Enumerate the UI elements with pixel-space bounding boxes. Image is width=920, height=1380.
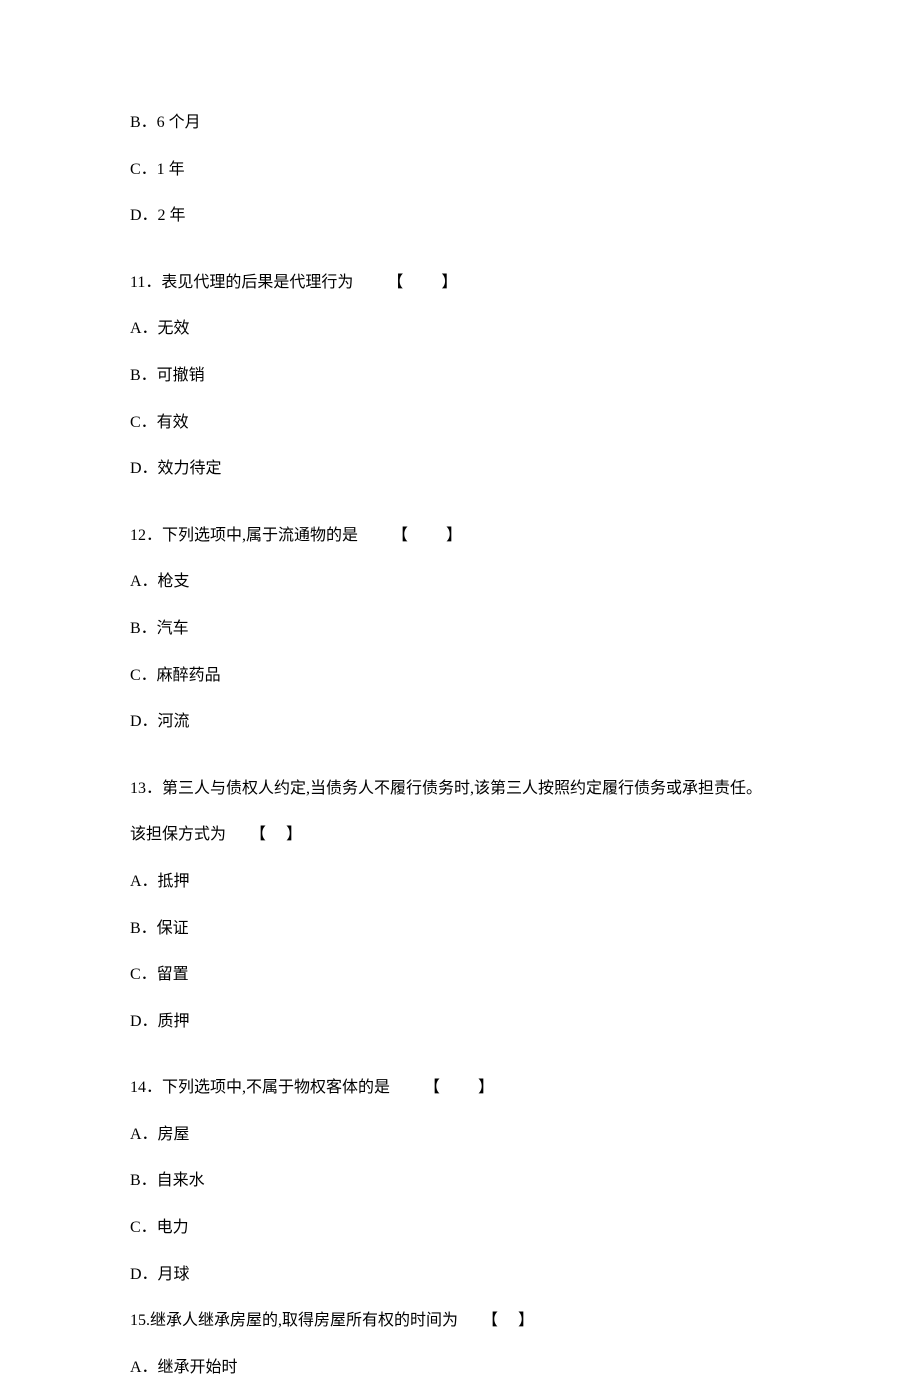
q15-stem-line: 15.继承人继承房屋的,取得房屋所有权的时间为 【 】 [130,1308,790,1334]
q15-bracket: 【 】 [482,1312,536,1329]
q13-bracket: 【 】 [250,826,304,843]
q15-stem: 15.继承人继承房屋的,取得房屋所有权的时间为 [130,1312,458,1329]
q12-bracket: 【 】 [392,527,464,544]
q12-option-c: C．麻醉药品 [130,663,790,689]
q12-option-b: B．汽车 [130,616,790,642]
q13-option-d: D．质押 [130,1009,790,1035]
q10-option-c: C．1 年 [130,157,790,183]
q14-stem: 14．下列选项中,不属于物权客体的是 [130,1079,390,1096]
q10-option-b: B．6 个月 [130,110,790,136]
q11-option-c: C．有效 [130,410,790,436]
q14-bracket: 【 】 [424,1079,496,1096]
q13-option-c: C．留置 [130,962,790,988]
q12-option-d: D．河流 [130,709,790,735]
q13-option-a: A．抵押 [130,869,790,895]
q11-stem-line: 11．表见代理的后果是代理行为 【 】 [130,270,790,296]
q13-stem-line2: 该担保方式为 【 】 [130,822,790,848]
q11-bracket: 【 】 [387,274,459,291]
q13-stem2: 该担保方式为 [130,826,226,843]
q10-option-d: D．2 年 [130,203,790,229]
q12-stem: 12．下列选项中,属于流通物的是 [130,527,358,544]
q13-stem-line1: 13．第三人与债权人约定,当债务人不履行债务时,该第三人按照约定履行债务或承担责… [130,776,790,802]
q14-stem-line: 14．下列选项中,不属于物权客体的是 【 】 [130,1075,790,1101]
q12-option-a: A．枪支 [130,569,790,595]
q14-option-d: D．月球 [130,1262,790,1288]
q11-option-d: D．效力待定 [130,456,790,482]
q13-option-b: B．保证 [130,916,790,942]
q14-option-a: A．房屋 [130,1122,790,1148]
q11-option-b: B．可撤销 [130,363,790,389]
q11-option-a: A．无效 [130,316,790,342]
q14-option-b: B．自来水 [130,1168,790,1194]
q15-option-a: A．继承开始时 [130,1355,790,1380]
q12-stem-line: 12．下列选项中,属于流通物的是 【 】 [130,523,790,549]
q11-stem: 11．表见代理的后果是代理行为 [130,274,353,291]
q14-option-c: C．电力 [130,1215,790,1241]
